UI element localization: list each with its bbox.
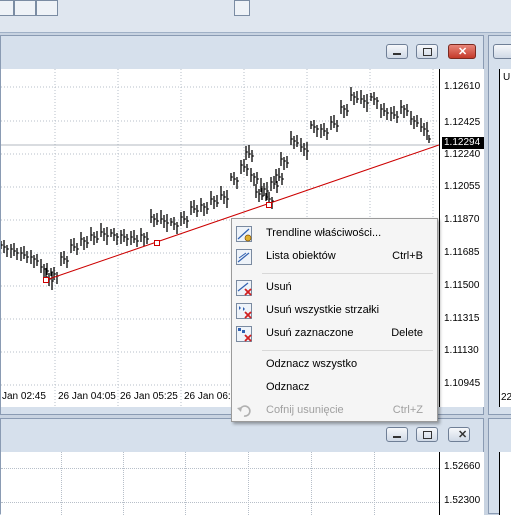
current-price-badge: 1.12294	[442, 137, 484, 149]
menu-item-shortcut: Delete	[391, 327, 423, 339]
price-label: 1.52660	[444, 461, 481, 472]
price-label: 1.11685	[444, 247, 480, 258]
trendline-handle	[266, 202, 272, 208]
menu-item-label: Usuń	[266, 281, 292, 293]
grid-line	[248, 452, 249, 515]
menu-item-label: Lista obiektów	[266, 250, 336, 262]
minimize-icon	[393, 436, 401, 438]
time-label: 26 Jan 06:4	[184, 391, 237, 402]
price-label: 1.10945	[444, 378, 481, 389]
minimize-button[interactable]	[493, 44, 511, 59]
price-label: 1.12055	[444, 181, 481, 192]
trendline-handle	[154, 240, 160, 246]
grid-line	[374, 452, 375, 515]
maximize-icon	[423, 431, 432, 439]
chart-window-bottom: ✕ 1.52660 1.52300	[0, 418, 484, 515]
grid-line	[61, 452, 62, 515]
menu-item-label: Odznacz wszystko	[266, 358, 358, 370]
grid-line	[123, 452, 124, 515]
time-label: 26 Jan 04:05	[58, 391, 116, 402]
maximize-icon	[423, 48, 432, 56]
menu-item-object-list[interactable]: Lista obiektów Ctrl+B	[232, 246, 437, 268]
window-control-icon[interactable]	[36, 0, 58, 16]
minimize-button[interactable]	[386, 44, 408, 59]
menu-item-label: Odznacz	[266, 381, 310, 393]
price-label: 1.12425	[444, 117, 481, 128]
trendline-handle	[43, 277, 49, 283]
right-window-time-label: 22	[501, 392, 511, 403]
delete-selected-icon	[236, 326, 252, 342]
bottom-price-chart[interactable]	[1, 452, 439, 515]
maximize-button[interactable]	[416, 427, 438, 442]
trendline-properties-icon	[236, 226, 252, 242]
delete-icon	[236, 280, 252, 296]
menu-separator	[262, 273, 433, 274]
price-label: 1.11315	[444, 313, 480, 324]
menu-item-deselect[interactable]: Odznacz	[232, 377, 437, 399]
menu-item-shortcut: Ctrl+Z	[392, 404, 423, 416]
window-control-icon[interactable]	[234, 0, 250, 16]
price-axis: 1.12610 1.12425 1.12240 1.12055 1.11870 …	[439, 69, 484, 407]
grid-line	[311, 452, 312, 515]
context-menu: Trendline właściwości... Lista obiektów …	[231, 218, 438, 422]
menu-item-label: Trendline właściwości...	[266, 227, 382, 239]
price-label: 1.11870	[444, 214, 480, 225]
chart-window-bottom-right	[488, 418, 511, 515]
menu-item-delete[interactable]: Usuń	[232, 277, 437, 299]
right-chart-area[interactable]	[499, 452, 511, 515]
right-window-header: U	[503, 72, 511, 83]
window-control-icon[interactable]	[0, 0, 14, 16]
menu-item-label: Usuń zaznaczone	[266, 327, 354, 339]
menu-item-label: Usuń wszystkie strzałki	[266, 304, 380, 316]
minimize-button[interactable]	[386, 427, 408, 442]
right-chart-area[interactable]	[499, 69, 511, 407]
price-axis: 1.52660 1.52300	[439, 452, 484, 515]
price-label: 1.52300	[444, 495, 481, 506]
minimize-icon	[393, 53, 401, 55]
delete-all-arrows-icon	[236, 303, 252, 319]
menu-separator	[262, 350, 433, 351]
upper-window-strip	[0, 0, 511, 33]
menu-item-delete-all-arrows[interactable]: Usuń wszystkie strzałki	[232, 300, 437, 322]
maximize-button[interactable]	[416, 44, 438, 59]
time-label: Jan 02:45	[2, 391, 46, 402]
window-control-icon[interactable]	[14, 0, 36, 16]
price-label: 1.11500	[444, 280, 480, 291]
object-list-icon	[236, 249, 252, 265]
price-label: 1.12610	[444, 81, 481, 92]
grid-line	[185, 452, 186, 515]
menu-item-undo-delete[interactable]: Cofnij usunięcie Ctrl+Z	[232, 400, 437, 422]
close-button[interactable]: ✕	[448, 44, 476, 59]
close-icon: ✕	[458, 46, 468, 58]
close-button[interactable]: ✕	[448, 427, 470, 442]
undo-icon	[237, 405, 251, 417]
close-icon: ✕	[458, 429, 468, 441]
menu-item-label: Cofnij usunięcie	[266, 404, 344, 416]
time-label: 26 Jan 05:25	[120, 391, 178, 402]
chart-window-right: U 22	[488, 35, 511, 415]
menu-item-shortcut: Ctrl+B	[392, 250, 423, 262]
menu-item-trendline-properties[interactable]: Trendline właściwości...	[232, 223, 437, 245]
price-label: 1.11130	[444, 345, 479, 356]
menu-item-delete-selected[interactable]: Usuń zaznaczone Delete	[232, 323, 437, 345]
price-label: 1.12240	[444, 149, 481, 160]
menu-item-deselect-all[interactable]: Odznacz wszystko	[232, 354, 437, 376]
